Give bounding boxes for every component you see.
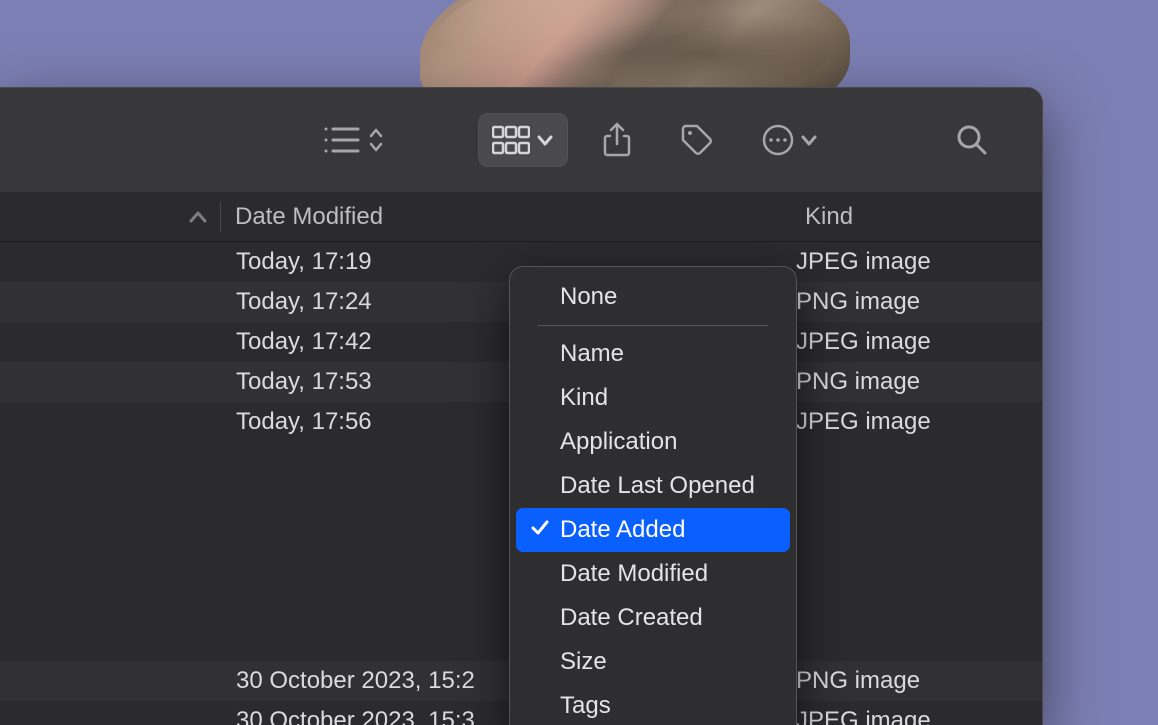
more-button[interactable] — [748, 113, 832, 167]
groupby-option-name[interactable]: Name — [516, 332, 790, 376]
groupby-option-date-created[interactable]: Date Created — [516, 596, 790, 640]
menu-label: Size — [560, 648, 607, 676]
groupby-option-date-last-opened[interactable]: Date Last Opened — [516, 464, 790, 508]
menu-label: Date Added — [560, 516, 685, 544]
cell-kind: JPEG image — [796, 408, 1042, 436]
cell-kind: JPEG image — [796, 707, 1042, 725]
share-icon — [602, 122, 632, 158]
search-icon — [956, 124, 988, 156]
groupby-option-kind[interactable]: Kind — [516, 376, 790, 420]
cell-kind: PNG image — [796, 667, 1042, 695]
groupby-option-date-added[interactable]: Date Added — [516, 508, 790, 552]
share-button[interactable] — [588, 113, 646, 167]
finder-window: Date Modified Kind Today, 17:19 JPEG ima… — [0, 87, 1043, 725]
groupby-option-date-modified[interactable]: Date Modified — [516, 552, 790, 596]
sort-indicator[interactable] — [175, 209, 220, 225]
tag-icon — [680, 123, 714, 157]
check-icon — [530, 516, 550, 544]
menu-label: None — [560, 283, 617, 311]
menu-label: Date Last Opened — [560, 472, 755, 500]
chevron-down-icon — [536, 131, 554, 149]
toolbar — [0, 88, 1042, 192]
header-date-modified[interactable]: Date Modified — [235, 203, 565, 231]
cell-kind: JPEG image — [796, 248, 1042, 276]
menu-label: Kind — [560, 384, 608, 412]
menu-label: Date Modified — [560, 560, 708, 588]
groupby-option-application[interactable]: Application — [516, 420, 790, 464]
view-list-button[interactable] — [308, 113, 398, 167]
cell-kind: PNG image — [796, 368, 1042, 396]
menu-label: Application — [560, 428, 677, 456]
menu-label: Name — [560, 340, 624, 368]
column-headers: Date Modified Kind — [0, 192, 1042, 242]
menu-label: Date Created — [560, 604, 703, 632]
cell-kind: PNG image — [796, 288, 1042, 316]
groupby-icon — [492, 125, 530, 155]
chevron-down-icon — [800, 131, 818, 149]
groupby-option-tags[interactable]: Tags — [516, 684, 790, 725]
updown-icon — [368, 126, 384, 154]
header-kind[interactable]: Kind — [805, 203, 1042, 231]
tags-button[interactable] — [666, 113, 728, 167]
menu-label: Tags — [560, 692, 611, 720]
groupby-button[interactable] — [478, 113, 568, 167]
groupby-dropdown: None Name Kind Application Date Last Ope… — [509, 266, 797, 725]
menu-separator — [538, 325, 768, 326]
more-icon — [762, 124, 794, 156]
groupby-option-none[interactable]: None — [516, 275, 790, 319]
cell-kind: JPEG image — [796, 328, 1042, 356]
list-icon — [322, 125, 362, 155]
groupby-option-size[interactable]: Size — [516, 640, 790, 684]
search-button[interactable] — [942, 113, 1002, 167]
